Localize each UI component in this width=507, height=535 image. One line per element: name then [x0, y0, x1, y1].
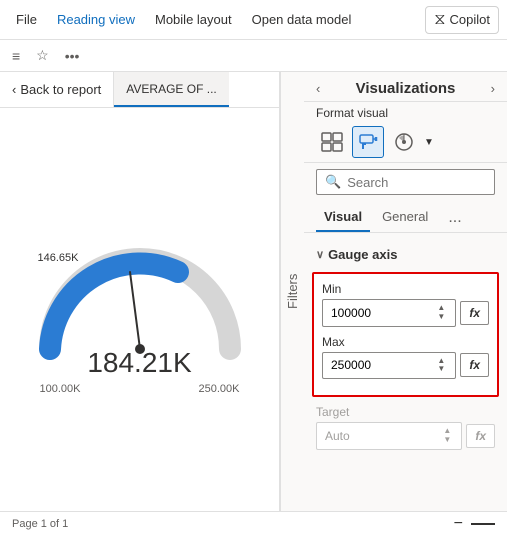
- min-input-row: ▲ ▼ fx: [322, 299, 489, 327]
- back-arrow-icon: ‹: [12, 82, 16, 97]
- grid-icon-btn[interactable]: [316, 126, 348, 158]
- min-fx-button[interactable]: fx: [460, 301, 489, 325]
- hamburger-icon[interactable]: ≡: [8, 44, 24, 68]
- right-panel: Filters ‹ Visualizations › Format visual: [280, 72, 507, 511]
- page-indicator: Page 1 of 1: [12, 518, 68, 530]
- filters-sidebar[interactable]: Filters: [280, 72, 304, 511]
- target-fx-button[interactable]: fx: [466, 424, 495, 448]
- grid-icon: [321, 132, 343, 152]
- viz-title: Visualizations: [356, 80, 456, 97]
- gauge-needle-label: 146.65K: [38, 252, 79, 264]
- minus-button[interactable]: −: [454, 515, 463, 533]
- target-spinner: ▲ ▼: [441, 427, 453, 445]
- min-decrement[interactable]: ▼: [435, 313, 447, 322]
- search-input[interactable]: [347, 175, 507, 190]
- gauge-container: 146.65K 184.21K 100.00K 250.00K: [0, 108, 279, 511]
- max-decrement[interactable]: ▼: [435, 365, 447, 374]
- gauge-axis-section-header[interactable]: ∨ Gauge axis: [304, 241, 507, 268]
- divider: [471, 523, 495, 525]
- panel-content: ∨ Gauge axis Min ▲: [304, 233, 507, 511]
- back-to-report-button[interactable]: ‹ Back to report: [0, 72, 114, 107]
- menu-mobile-layout[interactable]: Mobile layout: [147, 8, 240, 31]
- search-box: 🔍: [316, 169, 495, 195]
- menu-file[interactable]: File: [8, 8, 45, 31]
- min-spinner: ▲ ▼: [435, 304, 447, 322]
- menu-open-data-model[interactable]: Open data model: [244, 8, 360, 31]
- menu-bar: File Reading view Mobile layout Open dat…: [0, 0, 507, 40]
- menu-reading-view[interactable]: Reading view: [49, 8, 143, 31]
- status-right: −: [454, 515, 495, 533]
- max-spinner: ▲ ▼: [435, 357, 447, 375]
- min-input-wrapper: ▲ ▼: [322, 299, 456, 327]
- gauge-min-label: 100.00K: [40, 383, 81, 395]
- max-label: Max: [322, 335, 489, 349]
- max-field-row: Max ▲ ▼ fx: [322, 335, 489, 380]
- gauge-max-label: 250.00K: [199, 383, 240, 395]
- icon-row: ▼: [304, 122, 507, 163]
- section-toggle-icon: ∨: [316, 248, 324, 261]
- target-input-row: Auto ▲ ▼ fx: [316, 422, 495, 450]
- viz-arrow-left[interactable]: ‹: [316, 81, 320, 96]
- viz-panel: ‹ Visualizations › Format visual: [304, 72, 507, 511]
- tab-more[interactable]: ...: [444, 205, 465, 231]
- analytics-icon-btn[interactable]: [388, 126, 420, 158]
- viz-arrow-right[interactable]: ›: [491, 81, 495, 96]
- format-icon-btn[interactable]: [352, 126, 384, 158]
- gauge-axis-title: Gauge axis: [328, 247, 397, 262]
- expand-icon[interactable]: ▼: [424, 137, 434, 148]
- target-input-wrapper: Auto ▲ ▼: [316, 422, 462, 450]
- min-label: Min: [322, 282, 489, 296]
- format-visual-icon: [358, 132, 378, 152]
- sub-tabs: Visual General ...: [304, 201, 507, 233]
- copilot-label: Copilot: [450, 12, 490, 27]
- target-decrement[interactable]: ▼: [441, 436, 453, 445]
- gauge-axis-box: Min ▲ ▼ fx: [312, 272, 499, 397]
- canvas-area: ‹ Back to report AVERAGE OF ... 146.65K: [0, 72, 280, 511]
- max-input-wrapper: ▲ ▼: [322, 352, 456, 380]
- toolbar: ≡ ☆ •••: [0, 40, 507, 72]
- target-value: Auto: [325, 429, 350, 443]
- max-fx-button[interactable]: fx: [460, 353, 489, 377]
- viz-header: ‹ Visualizations ›: [304, 72, 507, 102]
- min-field-row: Min ▲ ▼ fx: [322, 282, 489, 327]
- tab-general[interactable]: General: [374, 203, 436, 232]
- back-to-report-label: Back to report: [20, 82, 101, 97]
- analytics-icon: [394, 132, 414, 152]
- format-visual-label: Format visual: [304, 102, 507, 122]
- avg-tab[interactable]: AVERAGE OF ...: [114, 72, 228, 107]
- gauge-labels: 100.00K 250.00K: [40, 383, 240, 395]
- copilot-icon: ⧖: [434, 11, 445, 29]
- max-input[interactable]: [331, 358, 396, 372]
- copilot-button[interactable]: ⧖ Copilot: [425, 6, 499, 34]
- tab-visual[interactable]: Visual: [316, 203, 370, 232]
- filters-tab-container: Filters ‹ Visualizations › Format visual: [280, 72, 507, 511]
- max-input-row: ▲ ▼ fx: [322, 352, 489, 380]
- more-icon[interactable]: •••: [61, 44, 84, 68]
- main-layout: ‹ Back to report AVERAGE OF ... 146.65K: [0, 72, 507, 511]
- target-label: Target: [316, 405, 495, 419]
- pin-icon[interactable]: ☆: [32, 43, 53, 68]
- target-section: Target Auto ▲ ▼ fx: [304, 401, 507, 454]
- status-bar: Page 1 of 1 −: [0, 511, 507, 535]
- back-tab: ‹ Back to report AVERAGE OF ...: [0, 72, 279, 108]
- search-icon: 🔍: [325, 174, 341, 190]
- min-input[interactable]: [331, 306, 396, 320]
